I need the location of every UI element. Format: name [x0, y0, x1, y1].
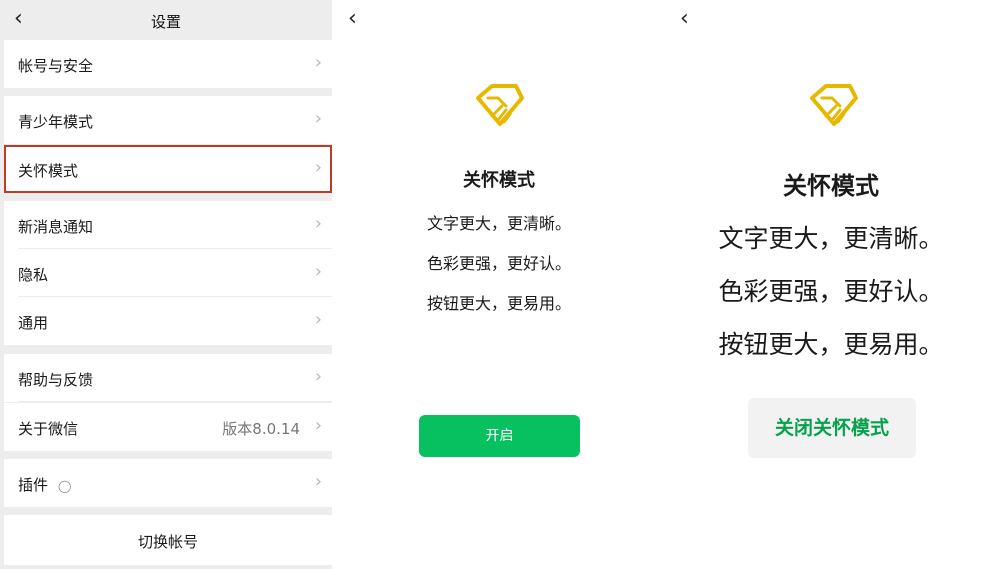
chevron-right-icon: ›	[314, 366, 322, 387]
settings-row-care-mode[interactable]: 关怀模式 ›	[4, 145, 332, 193]
care-feature-line: 文字更大，更清晰。	[426, 214, 571, 233]
row-label-wrap: 插件 ◯	[18, 474, 71, 495]
care-feature-line: 按钮更大，更易用。	[426, 294, 571, 313]
chevron-right-icon: ›	[314, 52, 322, 73]
enable-care-mode-button[interactable]: 开启	[419, 415, 580, 457]
row-label: 新消息通知	[18, 218, 94, 236]
settings-row-plugins[interactable]: 插件 ◯ ›	[4, 459, 332, 507]
chevron-right-icon: ›	[314, 108, 322, 129]
chevron-right-icon: ›	[314, 213, 322, 234]
settings-row-teen-mode[interactable]: 青少年模式 ›	[4, 96, 332, 144]
chevron-right-icon: ›	[314, 261, 322, 282]
row-label: 通用	[18, 314, 49, 332]
row-label: 隐私	[18, 266, 49, 284]
chevron-right-icon: ›	[314, 415, 322, 436]
care-mode-title: 关怀模式	[463, 170, 535, 191]
care-feature-line: 按钮更大，更易用。	[718, 330, 944, 359]
row-label: 帐号与安全	[18, 57, 94, 75]
back-icon[interactable]: ‹	[680, 8, 689, 30]
row-label: 插件	[18, 476, 49, 494]
care-mode-intro-panel: ‹ 关怀模式 文字更大，更清晰。 色彩更强，更好认。 按钮更大，更易用。 开启	[338, 0, 660, 569]
settings-panel: ‹ 设置 帐号与安全 › 青少年模式 › 关怀模式 › 新消息通知 › 隐私 ›…	[0, 0, 332, 569]
care-feature-line: 色彩更强，更好认。	[426, 254, 571, 273]
care-heart-hand-icon	[472, 80, 528, 136]
settings-row-general[interactable]: 通用 ›	[4, 297, 332, 345]
shield-icon: ◯	[58, 479, 72, 493]
settings-row-account-security[interactable]: 帐号与安全 ›	[4, 40, 332, 88]
switch-account-label: 切换帐号	[137, 533, 198, 551]
care-feature-line: 文字更大，更清晰。	[718, 224, 944, 253]
switch-account-button[interactable]: 切换帐号	[4, 515, 332, 565]
row-label: 帮助与反馈	[18, 371, 94, 389]
settings-row-about[interactable]: 关于微信 版本8.0.14 ›	[4, 403, 332, 451]
care-feature-line: 色彩更强，更好认。	[718, 277, 944, 306]
back-icon[interactable]: ‹	[348, 8, 357, 30]
row-label: 关于微信	[18, 420, 79, 438]
settings-row-privacy[interactable]: 隐私 ›	[4, 249, 332, 297]
disable-care-mode-button[interactable]: 关闭关怀模式	[748, 398, 916, 458]
row-label: 关怀模式	[18, 162, 79, 180]
page-title: 设置	[150, 13, 181, 31]
care-mode-enabled-panel: ‹ 关怀模式 文字更大，更清晰。 色彩更强，更好认。 按钮更大，更易用。 关闭关…	[668, 0, 1000, 569]
settings-row-notifications[interactable]: 新消息通知 ›	[4, 201, 332, 249]
settings-header: ‹ 设置	[0, 0, 332, 40]
settings-row-help-feedback[interactable]: 帮助与反馈 ›	[4, 354, 332, 402]
chevron-right-icon: ›	[314, 471, 322, 492]
care-heart-hand-icon	[806, 80, 862, 136]
chevron-right-icon: ›	[314, 309, 322, 330]
chevron-right-icon: ›	[314, 157, 322, 178]
divider	[18, 401, 332, 402]
row-label: 青少年模式	[18, 113, 94, 131]
version-value: 版本8.0.14	[222, 420, 300, 438]
care-mode-title: 关怀模式	[783, 172, 879, 200]
